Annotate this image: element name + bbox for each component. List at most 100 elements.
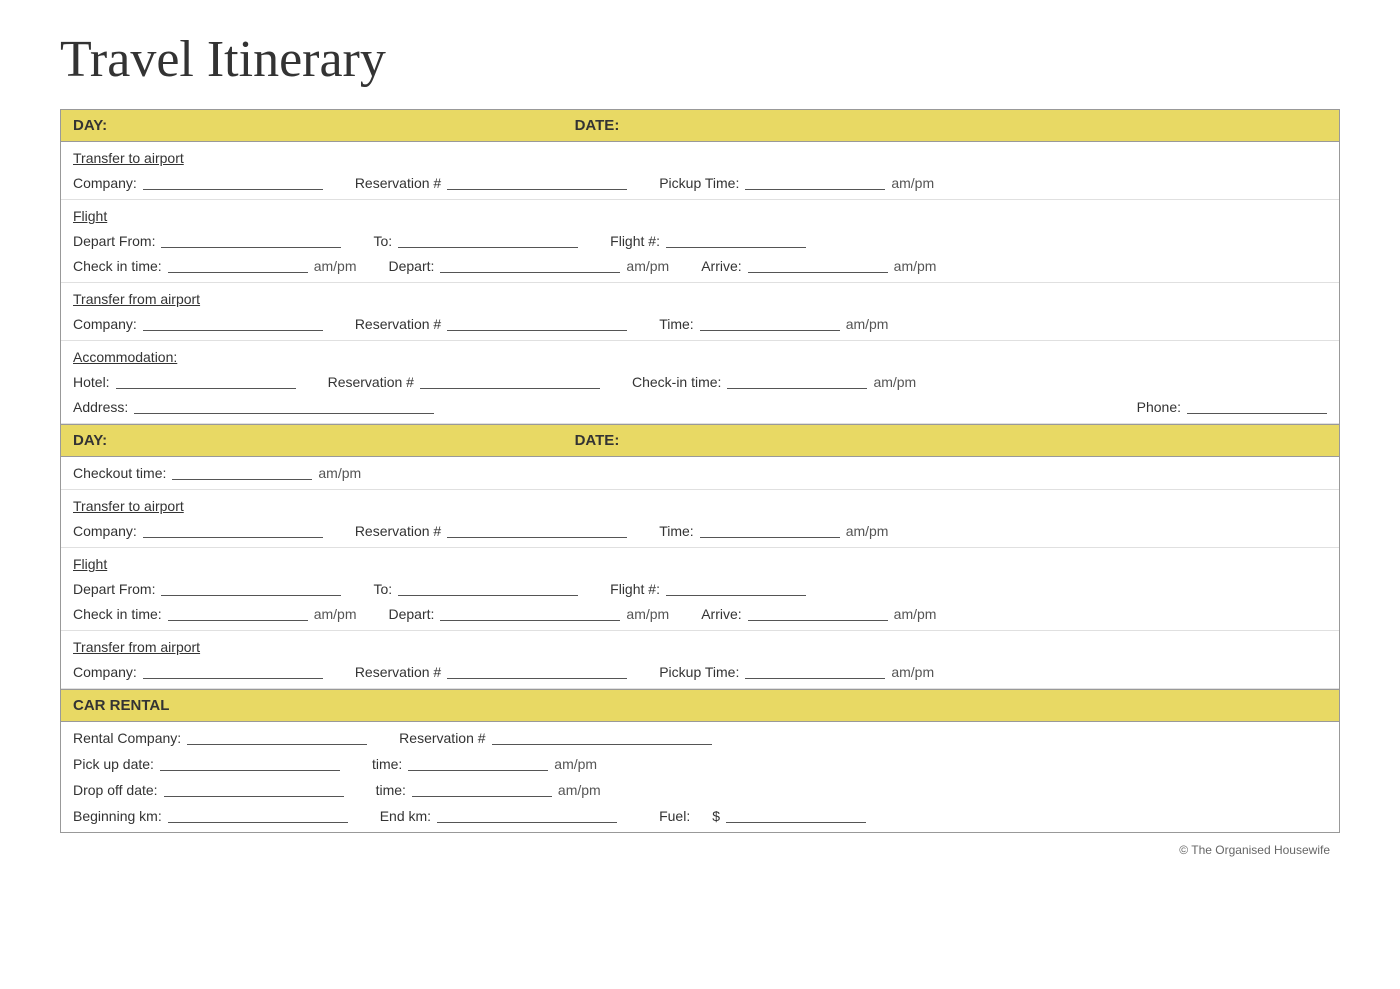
day1-address-line[interactable] — [134, 400, 434, 414]
day1-transfer-pickup-line[interactable] — [745, 176, 885, 190]
day1-accommodation-reservation-line[interactable] — [420, 375, 600, 389]
day1-flight-checkin-line[interactable] — [168, 259, 308, 273]
car-reservation-line[interactable] — [492, 731, 712, 745]
car-time2-line[interactable] — [412, 783, 552, 797]
rental-company-line[interactable] — [187, 731, 367, 745]
day1-address-label: Address: — [73, 399, 128, 415]
day1-transfer-from-reservation-line[interactable] — [447, 317, 627, 331]
day2-transfer-from-heading: Transfer from airport — [73, 639, 200, 655]
day1-flight-heading: Flight — [73, 208, 107, 224]
day2-transfer-from-reservation-label: Reservation # — [355, 664, 441, 680]
day1-transfer-from-ampm: am/pm — [846, 316, 889, 332]
day2-day-label: DAY: — [73, 432, 575, 449]
day2-transfer-from-company-label: Company: — [73, 664, 137, 680]
day2-transfer-from-pickup-line[interactable] — [745, 665, 885, 679]
rental-company-label: Rental Company: — [73, 730, 181, 746]
day1-flight-arrive-line[interactable] — [748, 259, 888, 273]
day1-flight-to-line[interactable] — [398, 234, 578, 248]
day1-flight-arrive-label: Arrive: — [701, 258, 741, 274]
day2-flight-arrive-line[interactable] — [748, 607, 888, 621]
day2-transfer-to-reservation-label: Reservation # — [355, 523, 441, 539]
day1-transfer-from-company-line[interactable] — [143, 317, 323, 331]
day1-flight-depart-from-line[interactable] — [161, 234, 341, 248]
day2-flight-arrive-label: Arrive: — [701, 606, 741, 622]
car-reservation-label: Reservation # — [399, 730, 485, 746]
day1-transfer-to-airport-heading: Transfer to airport — [73, 150, 184, 166]
day2-transfer-to-company-line[interactable] — [143, 524, 323, 538]
end-km-line[interactable] — [437, 809, 617, 823]
day1-transfer-from-time-line[interactable] — [700, 317, 840, 331]
day1-transfer-from-reservation-label: Reservation # — [355, 316, 441, 332]
day2-date-label: DATE: — [575, 432, 1327, 449]
day1-flight-depart-ampm: am/pm — [626, 258, 669, 274]
day1-accommodation-reservation-label: Reservation # — [328, 374, 414, 390]
car-time1-line[interactable] — [408, 757, 548, 771]
day2-flight-to-line[interactable] — [398, 582, 578, 596]
car-rental-heading: CAR RENTAL — [73, 697, 169, 714]
copyright: © The Organised Housewife — [60, 843, 1340, 857]
day2-transfer-from-company-line[interactable] — [143, 665, 323, 679]
day2-flight-depart-from-line[interactable] — [161, 582, 341, 596]
day1-flight-checkin-label: Check in time: — [73, 258, 162, 274]
day1-transfer-reservation-line[interactable] — [447, 176, 627, 190]
day2-flight-checkin-label: Check in time: — [73, 606, 162, 622]
car-ampm2: am/pm — [558, 782, 601, 798]
day1-flight-to-label: To: — [373, 233, 392, 249]
day1-phone-line[interactable] — [1187, 400, 1327, 414]
day2-flight-hash-line[interactable] — [666, 582, 806, 596]
day1-transfer-from-heading: Transfer from airport — [73, 291, 200, 307]
day2-flight-depart-line[interactable] — [440, 607, 620, 621]
day2-transfer-to-reservation-line[interactable] — [447, 524, 627, 538]
day1-hotel-line[interactable] — [116, 375, 296, 389]
day1-accommodation-heading: Accommodation: — [73, 349, 177, 365]
day1-transfer-ampm: am/pm — [891, 175, 934, 191]
day2-flight-arrive-ampm: am/pm — [894, 606, 937, 622]
day2-flight-checkin-ampm: am/pm — [314, 606, 357, 622]
day2-checkout-label: Checkout time: — [73, 465, 166, 481]
day1-flight-hash-line[interactable] — [666, 234, 806, 248]
end-km-label: End km: — [380, 808, 431, 824]
day2-transfer-from-ampm: am/pm — [891, 664, 934, 680]
day2-checkout-line[interactable] — [172, 466, 312, 480]
day1-transfer-pickup-label: Pickup Time: — [659, 175, 739, 191]
pick-up-date-line[interactable] — [160, 757, 340, 771]
drop-off-date-label: Drop off date: — [73, 782, 158, 798]
day1-transfer-reservation-label: Reservation # — [355, 175, 441, 191]
day1-day-label: DAY: — [73, 117, 575, 134]
day1-accommodation-ampm: am/pm — [873, 374, 916, 390]
day2-flight-depart-ampm: am/pm — [626, 606, 669, 622]
fuel-label: Fuel: — [659, 808, 690, 824]
day2-flight-heading: Flight — [73, 556, 107, 572]
car-time1-label: time: — [372, 756, 402, 772]
day1-accommodation-checkin-line[interactable] — [727, 375, 867, 389]
day1-transfer-from-time-label: Time: — [659, 316, 693, 332]
day2-transfer-to-heading: Transfer to airport — [73, 498, 184, 514]
day1-hotel-label: Hotel: — [73, 374, 110, 390]
day2-transfer-from-pickup-label: Pickup Time: — [659, 664, 739, 680]
day1-accommodation-checkin-label: Check-in time: — [632, 374, 721, 390]
day1-flight-depart-label: Depart: — [389, 258, 435, 274]
day1-flight-checkin-ampm: am/pm — [314, 258, 357, 274]
day1-transfer-company-label: Company: — [73, 175, 137, 191]
day1-flight-depart-line[interactable] — [440, 259, 620, 273]
day2-transfer-to-time-label: Time: — [659, 523, 693, 539]
fuel-line[interactable] — [726, 809, 866, 823]
day2-transfer-to-ampm: am/pm — [846, 523, 889, 539]
beginning-km-line[interactable] — [168, 809, 348, 823]
day2-flight-depart-label: Depart: — [389, 606, 435, 622]
day2-transfer-to-time-line[interactable] — [700, 524, 840, 538]
day1-transfer-company-line[interactable] — [143, 176, 323, 190]
car-time2-label: time: — [376, 782, 406, 798]
day2-flight-checkin-line[interactable] — [168, 607, 308, 621]
day2-flight-depart-from-label: Depart From: — [73, 581, 155, 597]
day2-transfer-to-company-label: Company: — [73, 523, 137, 539]
day1-flight-hash-label: Flight #: — [610, 233, 660, 249]
day1-flight-arrive-ampm: am/pm — [894, 258, 937, 274]
day2-flight-to-label: To: — [373, 581, 392, 597]
day2-transfer-from-reservation-line[interactable] — [447, 665, 627, 679]
drop-off-date-line[interactable] — [164, 783, 344, 797]
day1-date-label: DATE: — [575, 117, 1327, 134]
day2-flight-hash-label: Flight #: — [610, 581, 660, 597]
fuel-dollar: $ — [712, 808, 720, 824]
car-ampm1: am/pm — [554, 756, 597, 772]
